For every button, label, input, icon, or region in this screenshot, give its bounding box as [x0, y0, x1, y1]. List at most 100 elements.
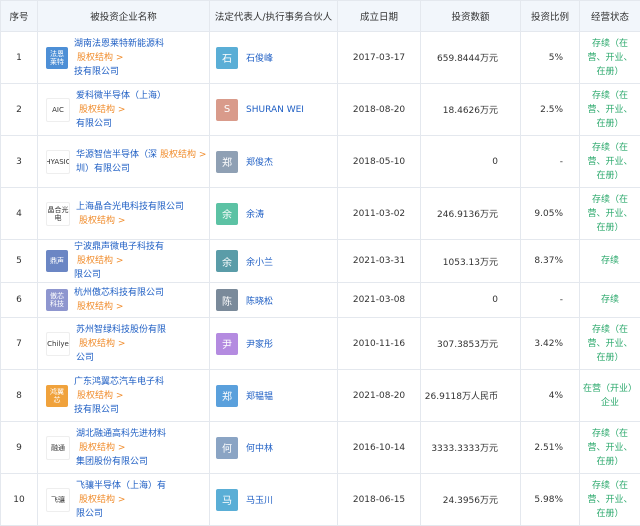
- legal-rep-link[interactable]: 陈晓松: [246, 294, 273, 307]
- company-cell: AIC爱科微半导体（上海）股权结构 >有限公司: [38, 84, 210, 136]
- status-badge: 存续: [580, 240, 640, 283]
- row-index: 7: [1, 318, 38, 370]
- investment-amount: 307.3853万元: [421, 318, 521, 370]
- header-company: 被投资企业名称: [38, 1, 210, 32]
- legal-rep-link[interactable]: 尹家彤: [246, 337, 273, 350]
- company-name-link[interactable]: 湖北融通高科先进材料股权结构 >集团股份有限公司: [76, 427, 209, 469]
- row-index: 1: [1, 32, 38, 84]
- equity-structure-link[interactable]: 股权结构 >: [79, 339, 125, 349]
- investment-amount: 3333.3333万元: [421, 422, 521, 474]
- investment-table: 序号 被投资企业名称 法定代表人/执行事务合伙人 成立日期 投资数额 投资比例 …: [0, 0, 640, 526]
- legal-rep-link[interactable]: 石俊峰: [246, 51, 273, 64]
- legal-rep-link[interactable]: 余涛: [246, 207, 264, 220]
- legal-rep-cell: 郑郑韫韫: [210, 370, 338, 422]
- company-cell: Chilye苏州智绿科技股份有限股权结构 >公司: [38, 318, 210, 370]
- row-index: 4: [1, 188, 38, 240]
- investment-amount: 0: [421, 283, 521, 318]
- investment-ratio: 4%: [521, 370, 580, 422]
- header-investment-amount: 投资数额: [421, 1, 521, 32]
- legal-rep-link[interactable]: 马玉川: [246, 493, 273, 506]
- company-name-link[interactable]: 苏州智绿科技股份有限股权结构 >公司: [76, 323, 209, 365]
- equity-structure-link[interactable]: 股权结构 >: [77, 53, 123, 63]
- status-badge: 存续（在营、开业、在册）: [580, 84, 640, 136]
- equity-structure-link[interactable]: 股权结构 >: [77, 391, 123, 401]
- founded-date: 2018-06-15: [338, 474, 421, 526]
- status-badge: 存续（在营、开业、在册）: [580, 32, 640, 84]
- equity-structure-link[interactable]: 股权结构 >: [79, 495, 125, 505]
- table-row: 5鼎声宁波鼎声微电子科技有股权结构 >限公司余余小兰2021-03-311053…: [1, 240, 640, 283]
- company-cell: 法恩 莱特湖南法恩莱特新能源科股权结构 >技有限公司: [38, 32, 210, 84]
- investment-amount: 659.8444万元: [421, 32, 521, 84]
- legal-rep-cell: SSHURAN WEI: [210, 84, 338, 136]
- company-logo-icon: 融通: [46, 436, 70, 460]
- equity-structure-link[interactable]: 股权结构 >: [160, 150, 206, 160]
- row-index: 3: [1, 136, 38, 188]
- investment-ratio: 5%: [521, 32, 580, 84]
- company-name-link[interactable]: 上海晶合光电科技有限公司股权结构 >: [76, 200, 209, 228]
- legal-rep-cell: 余余小兰: [210, 240, 338, 283]
- investment-amount: 18.4626万元: [421, 84, 521, 136]
- equity-structure-link[interactable]: 股权结构 >: [77, 256, 123, 266]
- company-name-link[interactable]: 华源智信半导体（深股权结构 >圳）有限公司: [76, 148, 206, 176]
- company-logo-icon: 鸿翼 芯: [46, 385, 68, 407]
- equity-structure-link[interactable]: 股权结构 >: [77, 302, 123, 312]
- investment-ratio: -: [521, 283, 580, 318]
- company-name-link[interactable]: 爱科微半导体（上海）股权结构 >有限公司: [76, 89, 209, 131]
- investment-amount: 246.9136万元: [421, 188, 521, 240]
- table-row: 4晶合光电上海晶合光电科技有限公司股权结构 >余余涛2011-03-02246.…: [1, 188, 640, 240]
- table-row: 10飞骧飞骧半导体（上海）有股权结构 >限公司马马玉川2018-06-1524.…: [1, 474, 640, 526]
- header-index: 序号: [1, 1, 38, 32]
- founded-date: 2018-08-20: [338, 84, 421, 136]
- status-badge: 存续（在营、开业、在册）: [580, 318, 640, 370]
- company-logo-icon: HYASIC: [46, 150, 70, 174]
- row-index: 8: [1, 370, 38, 422]
- status-badge: 存续（在营、开业、在册）: [580, 136, 640, 188]
- legal-rep-link[interactable]: 何中林: [246, 441, 273, 454]
- table-row: 8鸿翼 芯广东鸿翼芯汽车电子科股权结构 >技有限公司郑郑韫韫2021-08-20…: [1, 370, 640, 422]
- company-cell: 傲芯 科技杭州傲芯科技有限公司股权结构 >: [38, 283, 210, 318]
- equity-structure-link[interactable]: 股权结构 >: [79, 216, 125, 226]
- founded-date: 2011-03-02: [338, 188, 421, 240]
- founded-date: 2021-03-31: [338, 240, 421, 283]
- company-logo-icon: 晶合光电: [46, 202, 70, 226]
- company-name-link[interactable]: 广东鸿翼芯汽车电子科股权结构 >技有限公司: [74, 375, 209, 417]
- equity-structure-link[interactable]: 股权结构 >: [79, 443, 125, 453]
- legal-rep-cell: 尹尹家彤: [210, 318, 338, 370]
- company-logo-icon: 鼎声: [46, 250, 68, 272]
- company-name-link[interactable]: 飞骧半导体（上海）有股权结构 >限公司: [76, 479, 209, 521]
- legal-rep-cell: 余余涛: [210, 188, 338, 240]
- company-name-link[interactable]: 宁波鼎声微电子科技有股权结构 >限公司: [74, 240, 209, 282]
- investment-ratio: 9.05%: [521, 188, 580, 240]
- row-index: 10: [1, 474, 38, 526]
- header-investment-ratio: 投资比例: [521, 1, 580, 32]
- investment-ratio: 2.5%: [521, 84, 580, 136]
- legal-rep-cell: 石石俊峰: [210, 32, 338, 84]
- legal-rep-link[interactable]: SHURAN WEI: [246, 105, 304, 115]
- founded-date: 2021-08-20: [338, 370, 421, 422]
- legal-rep-link[interactable]: 郑俊杰: [246, 155, 273, 168]
- header-status: 经营状态: [580, 1, 640, 32]
- legal-rep-link[interactable]: 郑韫韫: [246, 389, 273, 402]
- investment-amount: 24.3956万元: [421, 474, 521, 526]
- status-badge: 存续: [580, 283, 640, 318]
- company-name-link[interactable]: 湖南法恩莱特新能源科股权结构 >技有限公司: [74, 37, 209, 79]
- equity-structure-link[interactable]: 股权结构 >: [79, 105, 125, 115]
- table-row: 9融通湖北融通高科先进材料股权结构 >集团股份有限公司何何中林2016-10-1…: [1, 422, 640, 474]
- legal-rep-link[interactable]: 余小兰: [246, 255, 273, 268]
- table-header-row: 序号 被投资企业名称 法定代表人/执行事务合伙人 成立日期 投资数额 投资比例 …: [1, 1, 640, 32]
- legal-rep-cell: 郑郑俊杰: [210, 136, 338, 188]
- table-row: 2AIC爱科微半导体（上海）股权结构 >有限公司SSHURAN WEI2018-…: [1, 84, 640, 136]
- avatar: 余: [216, 203, 238, 225]
- company-cell: 鸿翼 芯广东鸿翼芯汽车电子科股权结构 >技有限公司: [38, 370, 210, 422]
- legal-rep-cell: 何何中林: [210, 422, 338, 474]
- row-index: 5: [1, 240, 38, 283]
- company-cell: 飞骧飞骧半导体（上海）有股权结构 >限公司: [38, 474, 210, 526]
- company-logo-icon: 傲芯 科技: [46, 289, 68, 311]
- row-index: 2: [1, 84, 38, 136]
- header-legal-rep: 法定代表人/执行事务合伙人: [210, 1, 338, 32]
- company-name-link[interactable]: 杭州傲芯科技有限公司股权结构 >: [74, 286, 209, 314]
- company-logo-icon: Chilye: [46, 332, 70, 356]
- founded-date: 2010-11-16: [338, 318, 421, 370]
- avatar: 陈: [216, 289, 238, 311]
- investment-ratio: -: [521, 136, 580, 188]
